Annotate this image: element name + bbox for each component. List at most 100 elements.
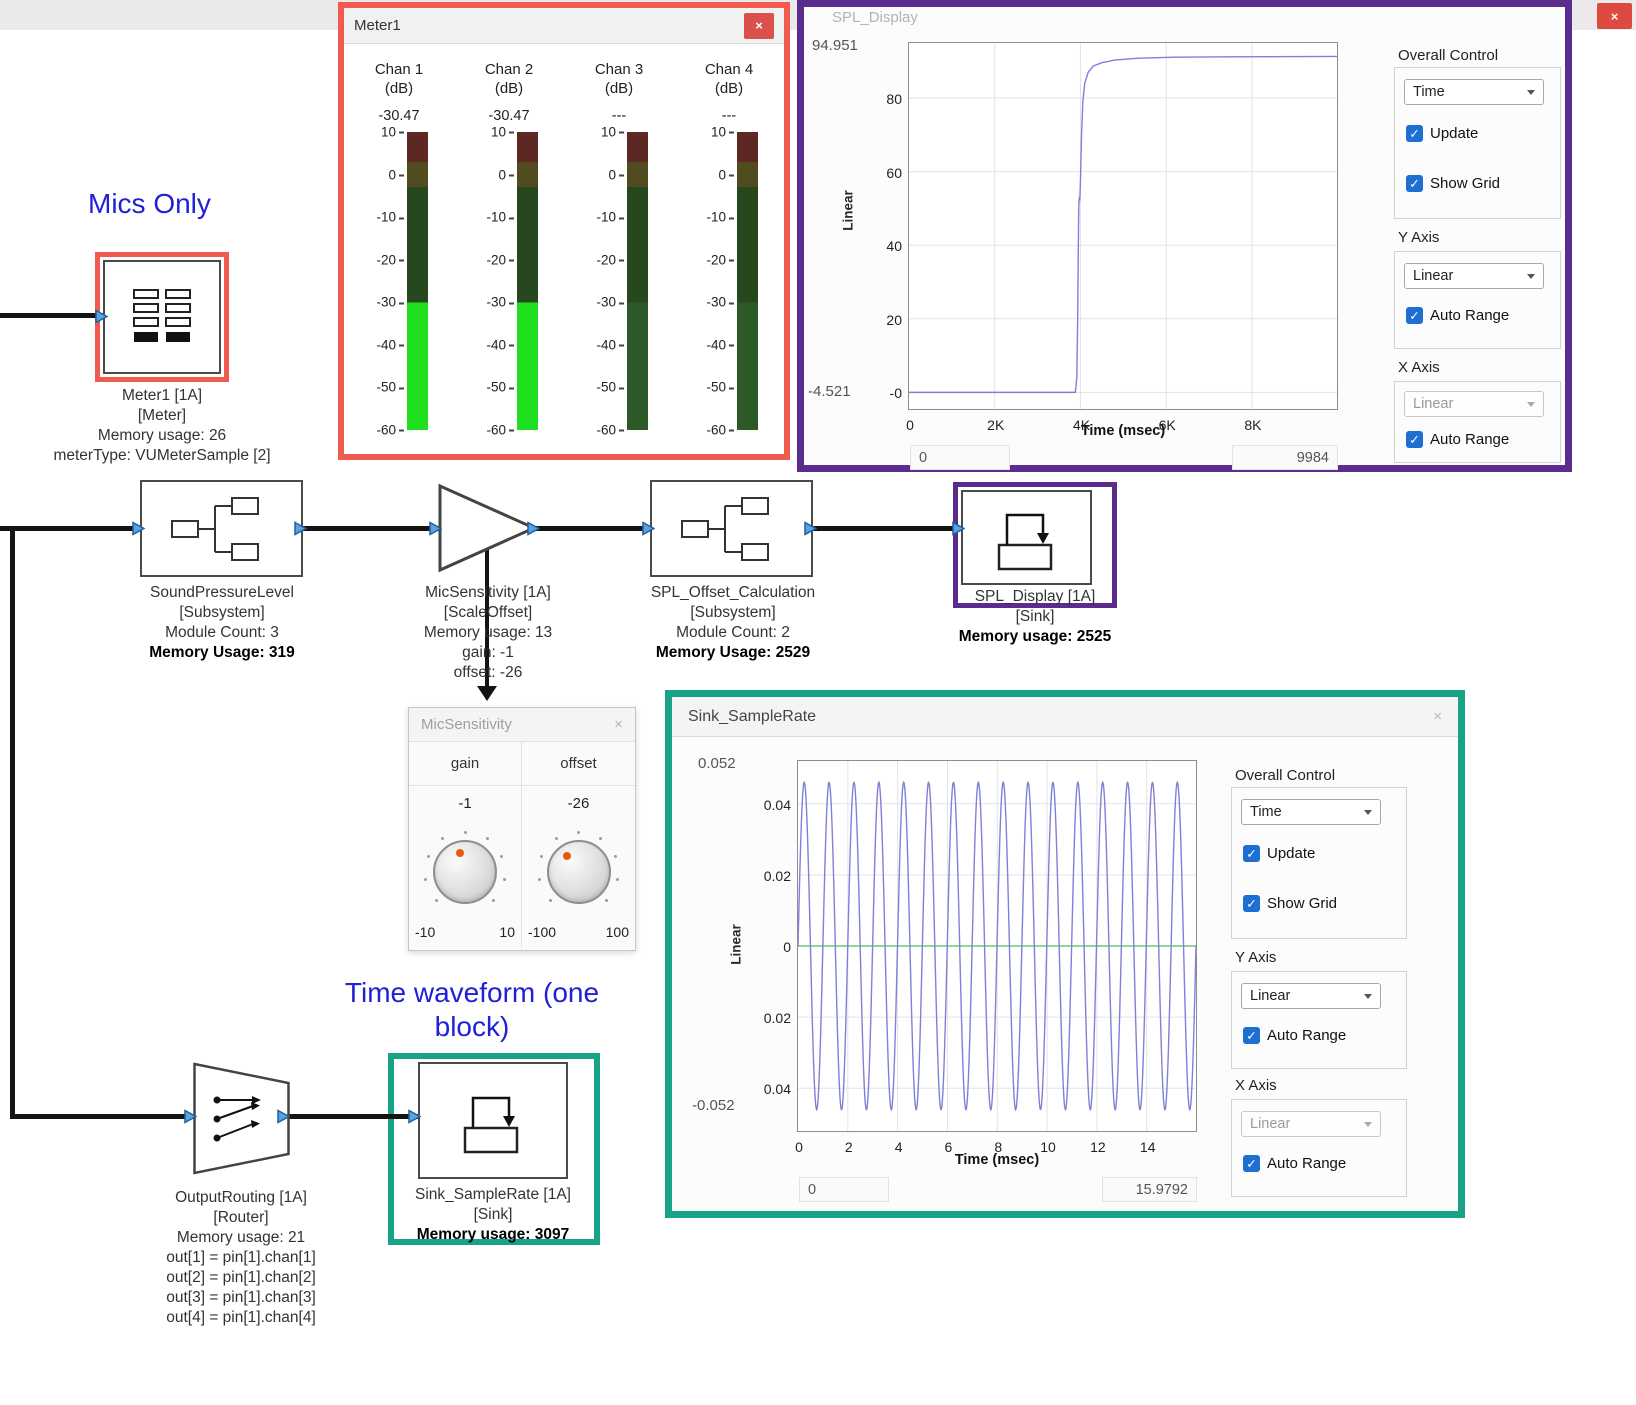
- y-auto-range-checkbox[interactable]: ✓ Auto Range: [1406, 307, 1509, 324]
- block-label-line: meterType: VUMeterSample [2]: [37, 446, 287, 466]
- meter-scale-tick: 0: [608, 167, 624, 182]
- meter1-block-label: Meter1 [1A] [Meter] Memory usage: 26 met…: [37, 386, 287, 466]
- knob-tick-dot: [605, 899, 608, 902]
- gain-param-value: -1: [409, 786, 522, 820]
- sink-samplerate-window-close-button[interactable]: ×: [1433, 708, 1442, 725]
- channel-name: Chan 3: [595, 60, 643, 79]
- time-waveform-label: Time waveform (one block): [327, 976, 617, 1044]
- channel-meter: 100-10-20-30-40-50-60: [700, 132, 758, 430]
- meter-channel: Chan 2 (dB) -30.47 100-10-20-30-40-50-60: [454, 60, 564, 430]
- meter-scale-tick: 10: [491, 125, 514, 140]
- knob-face[interactable]: [433, 840, 497, 904]
- output-port-icon: [527, 521, 540, 536]
- output-port-icon: [294, 521, 307, 536]
- dropdown-value: Time: [1413, 84, 1445, 100]
- sink-samplerate-window-titlebar[interactable]: Sink_SampleRate ×: [672, 697, 1458, 737]
- meter-scale-tick: -10: [706, 210, 734, 225]
- x-range-start-readout: 0: [799, 1177, 889, 1202]
- knob-tick-dot: [435, 899, 438, 902]
- block-label-line: out[3] = pin[1].chan[3]: [131, 1288, 351, 1308]
- meter-bar: [737, 132, 758, 430]
- block-label-line: [Sink]: [378, 1205, 608, 1225]
- checkbox-label: Auto Range: [1267, 1027, 1346, 1044]
- y-tick-label: 0.04: [764, 797, 791, 813]
- soundpressurelevel-block[interactable]: [140, 480, 303, 577]
- knob-tick-dot: [538, 878, 541, 881]
- block-label-line: [ScaleOffset]: [383, 603, 593, 623]
- meter-scale-tick: 10: [381, 125, 404, 140]
- spl-display-window-close-button[interactable]: ×: [1597, 3, 1632, 29]
- block-label-line: MicSensitivity [1A]: [383, 583, 593, 603]
- meter-scale-tick: -50: [486, 380, 514, 395]
- knob-tick-dot: [424, 878, 427, 881]
- checkbox-check-icon: ✓: [1406, 175, 1423, 192]
- offset-param-header: offset: [522, 742, 635, 785]
- channel-unit: (dB): [385, 79, 413, 98]
- offset-knob[interactable]: [534, 827, 624, 917]
- y-scale-dropdown[interactable]: Linear: [1404, 263, 1544, 289]
- x-scale-dropdown[interactable]: Linear: [1404, 391, 1544, 417]
- meter-scale-tick: -40: [376, 337, 404, 352]
- block-label-line: [Router]: [131, 1208, 351, 1228]
- meter-scale-tick: -20: [486, 252, 514, 267]
- x-auto-range-checkbox[interactable]: ✓ Auto Range: [1243, 1155, 1346, 1172]
- channel-value: -30.47: [378, 108, 419, 124]
- meter1-window-titlebar[interactable]: Meter1 ×: [344, 8, 784, 44]
- output-port-icon: [277, 1109, 290, 1124]
- knob-tick-dot: [464, 831, 467, 834]
- y-auto-range-checkbox[interactable]: ✓ Auto Range: [1243, 1027, 1346, 1044]
- channel-unit: (dB): [605, 79, 633, 98]
- subsystem-icon: [166, 493, 278, 565]
- block-label-line: SPL_Display [1A]: [930, 587, 1140, 607]
- time-dropdown[interactable]: Time: [1241, 799, 1381, 825]
- input-port-icon: [132, 521, 145, 536]
- block-label-line: Meter1 [1A]: [37, 386, 287, 406]
- gain-range-labels: -10 10: [409, 924, 522, 948]
- checkbox-label: Auto Range: [1267, 1155, 1346, 1172]
- knob-face[interactable]: [547, 840, 611, 904]
- block-label-line: Memory Usage: 2529: [618, 643, 848, 663]
- checkbox-label: Update: [1430, 125, 1478, 142]
- block-label-line: [Meter]: [37, 406, 287, 426]
- y-scale-dropdown[interactable]: Linear: [1241, 983, 1381, 1009]
- chevron-down-icon: [1364, 810, 1372, 815]
- time-dropdown[interactable]: Time: [1404, 79, 1544, 105]
- y-tick-label: 40: [886, 238, 902, 254]
- meter-channel: Chan 4 (dB) --- 100-10-20-30-40-50-60: [674, 60, 784, 430]
- meter-icon: [129, 286, 195, 348]
- x-axis-section-label: X Axis: [1398, 359, 1440, 376]
- knob-min-label: -100: [528, 924, 556, 940]
- update-checkbox[interactable]: ✓ Update: [1243, 845, 1315, 862]
- meter1-block[interactable]: [103, 260, 221, 374]
- sink-samplerate-block[interactable]: [418, 1062, 568, 1179]
- block-label-line: Memory Usage: 319: [117, 643, 327, 663]
- micsensitivity-window-titlebar[interactable]: MicSensitivity ×: [409, 708, 635, 742]
- update-checkbox[interactable]: ✓ Update: [1406, 125, 1478, 142]
- show-grid-checkbox[interactable]: ✓ Show Grid: [1243, 895, 1337, 912]
- meter-scale-tick: -40: [486, 337, 514, 352]
- x-auto-range-checkbox[interactable]: ✓ Auto Range: [1406, 431, 1509, 448]
- mics-only-label: Mics Only: [88, 188, 211, 220]
- gain-knob[interactable]: [420, 827, 510, 917]
- knob-tick-dot: [616, 878, 619, 881]
- sink-samplerate-window: Sink_SampleRate × 0.052 -0.052 Linear 02…: [665, 690, 1465, 1218]
- checkbox-check-icon: ✓: [1243, 1027, 1260, 1044]
- spl-display-block[interactable]: [961, 490, 1092, 585]
- micsensitivity-block[interactable]: [437, 483, 537, 573]
- micsensitivity-window-close-button[interactable]: ×: [614, 716, 623, 733]
- meter1-window-close-button[interactable]: ×: [744, 13, 774, 39]
- wire-offset-to-spldisplay: [813, 526, 963, 531]
- knob-tick-dot: [441, 837, 444, 840]
- show-grid-checkbox[interactable]: ✓ Show Grid: [1406, 175, 1500, 192]
- input-port-icon: [95, 309, 108, 324]
- chevron-down-icon: [1364, 1122, 1372, 1127]
- sink-samplerate-window-title: Sink_SampleRate: [688, 708, 816, 726]
- knob-tick-dot: [555, 837, 558, 840]
- spl-offset-calculation-block[interactable]: [650, 480, 813, 577]
- meter-scale-tick: -30: [376, 295, 404, 310]
- y-min-readout: -4.521: [808, 383, 851, 400]
- input-port-icon: [952, 521, 965, 536]
- checkbox-check-icon: ✓: [1243, 845, 1260, 862]
- x-scale-dropdown[interactable]: Linear: [1241, 1111, 1381, 1137]
- outputrouting-block[interactable]: [193, 1062, 290, 1175]
